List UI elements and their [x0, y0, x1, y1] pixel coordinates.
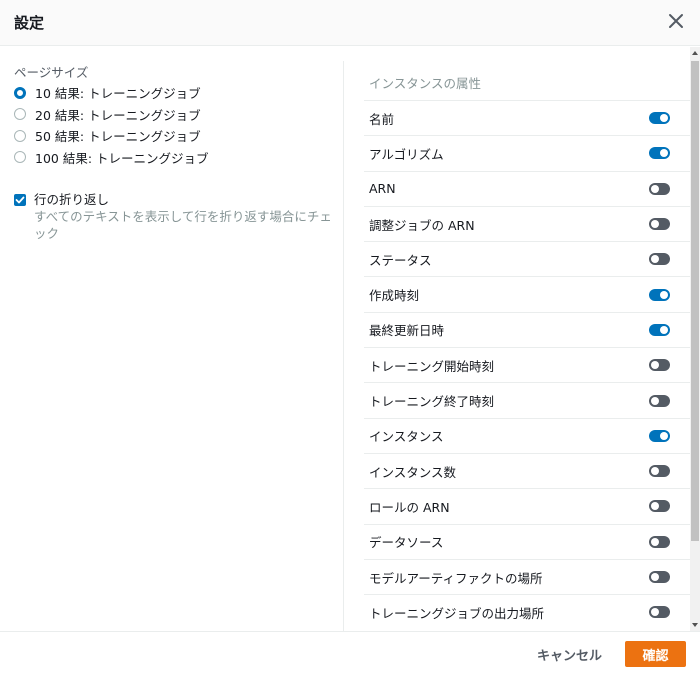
attribute-toggle[interactable] [649, 288, 670, 301]
attribute-label: 作成時刻 [369, 288, 420, 304]
attributes-header: インスタンスの属性 [369, 76, 482, 91]
radio-button[interactable] [14, 129, 26, 142]
preferences-panel: ページサイズ 10 結果: トレーニングジョブ 20 結果: トレーニングジョブ… [0, 47, 344, 631]
attribute-row: 名前 [364, 100, 690, 135]
attribute-label: ステータス [369, 252, 432, 268]
attribute-toggle[interactable] [649, 147, 670, 160]
page-size-option-20[interactable]: 20 結果: トレーニングジョブ [14, 104, 209, 126]
attribute-row: アルゴリズム [364, 135, 690, 170]
attribute-row: トレーニング開始時刻 [364, 347, 690, 382]
toggle-knob [651, 184, 659, 193]
toggle-knob [651, 467, 659, 476]
attribute-toggle[interactable] [649, 253, 670, 266]
attribute-toggle[interactable] [649, 465, 670, 478]
scroll-down-icon[interactable] [692, 623, 698, 627]
attribute-row: ステータス [364, 241, 690, 276]
toggle-knob [660, 431, 668, 440]
radio-label: 20 結果: トレーニングジョブ [35, 107, 201, 123]
cancel-button[interactable]: キャンセル [527, 641, 612, 667]
toggle-knob [660, 149, 668, 158]
dialog-title: 設定 [14, 14, 45, 32]
attribute-label: 名前 [369, 111, 395, 127]
attribute-row: インスタンス数 [364, 452, 690, 488]
attribute-label: ARN [369, 181, 396, 197]
toggle-knob [651, 573, 659, 581]
attribute-row: トレーニングジョブの出力場所 [364, 594, 690, 629]
attribute-row: ロールの ARN [364, 488, 690, 523]
toggle-knob [660, 114, 668, 123]
attribute-row: ARN [364, 170, 690, 206]
confirm-button[interactable]: 確認 [625, 641, 686, 667]
settings-dialog: 設定 ページサイズ 10 結果: トレーニングジョブ 20 結果: トレーニング… [0, 0, 700, 673]
attribute-row: 最終更新日時 [364, 311, 690, 347]
wrap-lines-option[interactable]: 行の折り返し すべてのテキストを表示して行を折り返す場合にチェック [14, 192, 339, 242]
attribute-label: トレーニング開始時刻 [369, 358, 495, 374]
page-size-option-10[interactable]: 10 結果: トレーニングジョブ [14, 82, 209, 104]
radio-label: 100 結果: トレーニングジョブ [35, 150, 209, 166]
attribute-row: トレーニング終了時刻 [364, 382, 690, 417]
attribute-row: モデルアーティファクトの場所 [364, 558, 690, 594]
page-size-label: ページサイズ [14, 65, 89, 80]
attribute-row: 作成時刻 [364, 276, 690, 311]
attribute-toggle[interactable] [649, 182, 670, 195]
attribute-toggle[interactable] [649, 359, 670, 372]
toggle-knob [651, 361, 659, 370]
attribute-label: 調整ジョブの ARN [369, 217, 475, 233]
attribute-label: トレーニングジョブの出力場所 [369, 605, 545, 621]
toggle-knob [651, 608, 659, 617]
dialog-body: ページサイズ 10 結果: トレーニングジョブ 20 結果: トレーニングジョブ… [0, 47, 700, 631]
attribute-row: インスタンス [364, 417, 690, 453]
attribute-toggle[interactable] [649, 500, 670, 513]
toggle-knob [651, 537, 659, 546]
attribute-row: 調整ジョブの ARN [364, 205, 690, 241]
attribute-toggle[interactable] [649, 394, 670, 407]
attribute-toggle[interactable] [649, 606, 670, 619]
vertical-scrollbar[interactable] [690, 47, 700, 631]
toggle-knob [651, 255, 659, 264]
page-size-option-50[interactable]: 50 結果: トレーニングジョブ [14, 125, 209, 147]
radio-label: 10 結果: トレーニングジョブ [35, 86, 201, 102]
wrap-lines-description: すべてのテキストを表示して行を折り返す場合にチェック [34, 209, 332, 241]
attribute-toggle[interactable] [649, 429, 670, 442]
check-icon [15, 196, 25, 204]
wrap-lines-label: 行の折り返し [34, 192, 110, 207]
dialog-footer: キャンセル 確認 [0, 631, 700, 673]
page-size-radio-group: 10 結果: トレーニングジョブ 20 結果: トレーニングジョブ 50 結果:… [14, 82, 209, 168]
dialog-header: 設定 [0, 0, 700, 46]
attribute-label: アルゴリズム [369, 146, 444, 162]
attribute-label: トレーニング終了時刻 [369, 394, 495, 410]
attribute-label: ロールの ARN [369, 499, 450, 515]
attribute-toggle[interactable] [649, 535, 670, 548]
toggle-knob [651, 396, 659, 405]
attribute-label: 最終更新日時 [369, 323, 445, 339]
toggle-knob [651, 502, 659, 511]
attribute-label: データソース [369, 535, 444, 551]
attributes-list: 名前アルゴリズム ARN 調整ジョブの ARN ステータス作成時刻最終更新日時トレーニ… [364, 100, 690, 629]
attribute-toggle[interactable] [649, 323, 670, 336]
attribute-label: インスタンス数 [369, 464, 457, 480]
close-icon[interactable] [668, 13, 684, 29]
attribute-toggle[interactable] [649, 112, 670, 125]
attribute-row: データソース [364, 523, 690, 559]
radio-button[interactable] [14, 86, 26, 99]
radio-button[interactable] [14, 108, 26, 121]
attributes-panel: インスタンスの属性 名前アルゴリズム ARN 調整ジョブの ARN ステータス作成時刻… [344, 47, 690, 631]
scrollbar-thumb[interactable] [691, 61, 699, 541]
wrap-lines-checkbox[interactable] [14, 194, 26, 206]
radio-label: 50 結果: トレーニングジョブ [35, 129, 201, 145]
radio-button[interactable] [14, 151, 26, 164]
attribute-label: モデルアーティファクトの場所 [369, 570, 543, 586]
page-size-option-100[interactable]: 100 結果: トレーニングジョブ [14, 147, 209, 169]
toggle-knob [651, 220, 659, 229]
attribute-toggle[interactable] [649, 218, 670, 231]
attribute-label: インスタンス [369, 429, 444, 445]
toggle-knob [660, 290, 668, 299]
scroll-up-icon[interactable] [692, 51, 698, 55]
attribute-toggle[interactable] [649, 571, 670, 583]
toggle-knob [660, 325, 668, 334]
